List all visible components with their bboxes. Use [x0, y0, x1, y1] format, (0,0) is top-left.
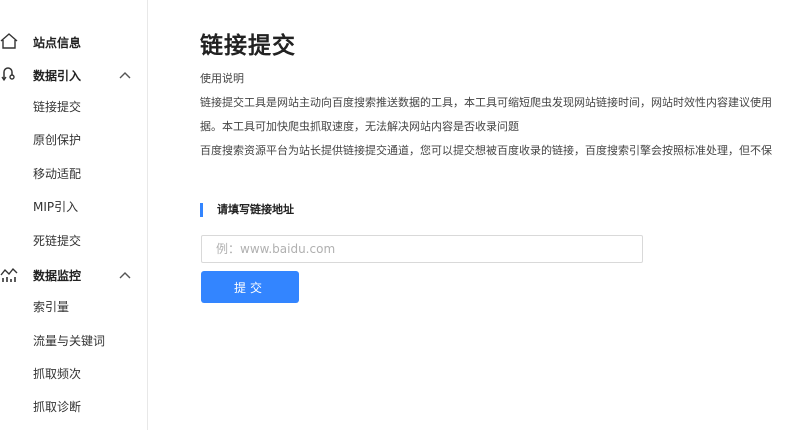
main-content: 链接提交 使用说明 链接提交工具是网站主动向百度搜索推送数据的工具，本工具可缩短… — [200, 0, 800, 430]
chevron-up-icon[interactable] — [118, 68, 132, 82]
section-title: 请填写链接地址 — [217, 203, 294, 216]
sidebar-item-original-protect[interactable]: 原创保护 — [33, 132, 81, 148]
sidebar-item-crawl-diagnosis[interactable]: 抓取诊断 — [33, 399, 81, 415]
data-import-icon — [0, 65, 18, 83]
description-line: 链接提交工具是网站主动向百度搜索推送数据的工具，本工具可缩短爬虫发现网站链接时间… — [200, 96, 772, 109]
sidebar-item-mobile-adapt[interactable]: 移动适配 — [33, 166, 81, 182]
sidebar-item-mip[interactable]: MIP引入 — [33, 199, 78, 215]
section-accent-bar — [200, 203, 203, 217]
sidebar-group-label: 站点信息 — [33, 35, 82, 50]
chevron-up-icon[interactable] — [118, 268, 132, 282]
sidebar-group-data-import[interactable]: 数据引入 — [0, 62, 147, 88]
page-title: 链接提交 — [200, 33, 296, 59]
url-input[interactable] — [201, 235, 643, 263]
sidebar-item-link-submit[interactable]: 链接提交 — [33, 99, 81, 115]
sidebar-item-crawl-frequency[interactable]: 抓取频次 — [33, 366, 81, 382]
sidebar-group-label: 数据引入 — [33, 68, 82, 83]
home-icon — [0, 32, 18, 50]
sidebar-group-label: 数据监控 — [33, 268, 82, 283]
description-line: 据。本工具可加快爬虫抓取速度，无法解决网站内容是否收录问题 — [200, 120, 519, 133]
sidebar-item-traffic-keywords[interactable]: 流量与关键词 — [33, 333, 105, 349]
submit-button[interactable]: 提交 — [201, 271, 299, 303]
usage-heading: 使用说明 — [200, 72, 244, 85]
description-line: 百度搜索资源平台为站长提供链接提交通道，您可以提交想被百度收录的链接，百度搜索引… — [200, 144, 772, 157]
sidebar-group-data-monitor[interactable]: 数据监控 — [0, 262, 147, 288]
sidebar: 站点信息 数据引入 链接提交 原创保护 移动适配 MIP引入 死链提交 数据监控… — [0, 0, 148, 430]
sidebar-group-site-info[interactable]: 站点信息 — [0, 29, 147, 55]
monitor-chart-icon — [0, 265, 18, 283]
sidebar-item-index[interactable]: 索引量 — [33, 299, 69, 315]
sidebar-item-dead-link[interactable]: 死链提交 — [33, 233, 81, 249]
